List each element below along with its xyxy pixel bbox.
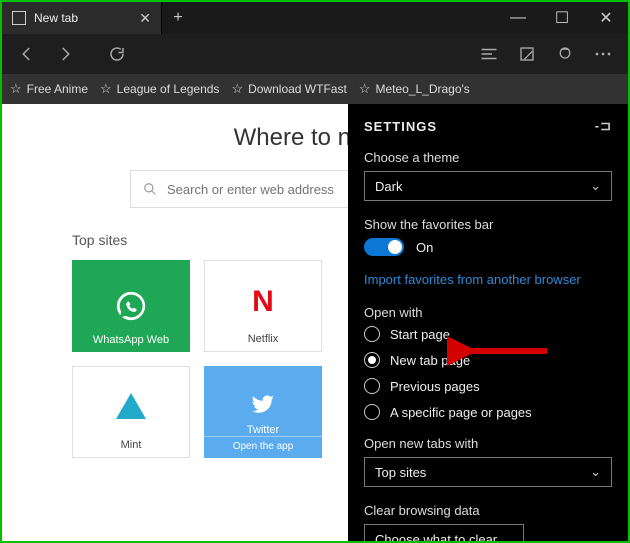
favbar-state: On [416, 240, 433, 255]
theme-label: Choose a theme [364, 150, 612, 165]
favorite-item[interactable]: ☆ Meteo_L_Drago's [359, 81, 470, 97]
radio-icon [364, 404, 380, 420]
radio-new-tab-page[interactable]: New tab page [364, 352, 612, 368]
star-icon: ☆ [231, 81, 243, 97]
radio-label: Start page [390, 327, 450, 342]
choose-clear-button[interactable]: Choose what to clear [364, 524, 524, 541]
star-icon: ☆ [359, 81, 371, 97]
hub-icon [480, 47, 498, 61]
more-button[interactable] [586, 37, 620, 71]
nav-toolbar [2, 34, 628, 74]
tile-label: Twitter [247, 424, 279, 436]
minimize-button[interactable]: — [496, 2, 540, 34]
hub-button[interactable] [472, 37, 506, 71]
favorite-item[interactable]: ☆ Download WTFast [231, 81, 346, 97]
maximize-button[interactable]: ☐ [540, 2, 584, 34]
search-icon [143, 182, 157, 196]
share-button[interactable] [548, 37, 582, 71]
favorites-bar-toggle[interactable] [364, 238, 404, 256]
top-sites-label: Top sites [72, 232, 127, 248]
chevron-down-icon: ⌄ [590, 178, 601, 194]
webnote-button[interactable] [510, 37, 544, 71]
radio-start-page[interactable]: Start page [364, 326, 612, 342]
tab-title: New tab [34, 11, 131, 25]
radio-label: New tab page [390, 353, 470, 368]
whatsapp-icon [114, 289, 148, 323]
top-sites-grid: WhatsApp Web N Netflix Mint Twitter Open… [72, 260, 322, 458]
forward-button[interactable] [48, 37, 82, 71]
netflix-icon: N [252, 285, 274, 319]
tile-label: Netflix [248, 333, 279, 345]
refresh-button[interactable] [100, 37, 134, 71]
radio-icon [364, 378, 380, 394]
more-icon [594, 51, 612, 57]
new-tabs-value: Top sites [375, 465, 426, 480]
mint-icon [116, 393, 146, 419]
tile-label: WhatsApp Web [93, 334, 169, 346]
note-icon [519, 46, 535, 62]
favorite-label: League of Legends [117, 82, 220, 96]
theme-select[interactable]: Dark ⌄ [364, 171, 612, 201]
favorite-label: Download WTFast [248, 82, 347, 96]
star-icon: ☆ [10, 81, 22, 97]
tile-mint[interactable]: Mint [72, 366, 190, 458]
tile-subtitle[interactable]: Open the app [204, 436, 322, 456]
new-tab-button[interactable]: + [162, 2, 194, 34]
tile-netflix[interactable]: N Netflix [204, 260, 322, 352]
settings-title: SETTINGS -⁠⊐ [364, 118, 612, 134]
close-tab-icon[interactable]: ✕ [139, 10, 151, 27]
import-favorites-link[interactable]: Import favorites from another browser [364, 272, 612, 287]
clear-data-label: Clear browsing data [364, 503, 612, 518]
radio-icon [364, 352, 380, 368]
radio-label: A specific page or pages [390, 405, 532, 420]
back-button[interactable] [10, 37, 44, 71]
twitter-icon [250, 391, 276, 417]
theme-value: Dark [375, 179, 402, 194]
radio-specific-page[interactable]: A specific page or pages [364, 404, 612, 420]
browser-tab[interactable]: New tab ✕ [2, 2, 162, 34]
page-content: Where to next? Top sites WhatsApp Web N … [2, 104, 628, 541]
refresh-icon [108, 45, 126, 63]
pin-icon[interactable]: -⁠⊐ [595, 118, 612, 134]
favorite-label: Meteo_L_Drago's [375, 82, 469, 96]
chevron-down-icon: ⌄ [590, 464, 601, 480]
tile-twitter[interactable]: Twitter Open the app [204, 366, 322, 458]
tile-whatsapp[interactable]: WhatsApp Web [72, 260, 190, 352]
star-icon: ☆ [100, 81, 112, 97]
page-icon [12, 11, 26, 25]
favorites-bar: ☆ Free Anime ☆ League of Legends ☆ Download… [2, 74, 628, 104]
radio-icon [364, 326, 380, 342]
share-icon [557, 45, 573, 63]
arrow-right-icon [56, 45, 74, 63]
title-bar: New tab ✕ + — ☐ ✕ [2, 2, 628, 34]
settings-panel: SETTINGS -⁠⊐ Choose a theme Dark ⌄ Show … [348, 104, 628, 541]
browser-window: New tab ✕ + — ☐ ✕ ☆Free An [2, 2, 628, 541]
new-tabs-label: Open new tabs with [364, 436, 612, 451]
open-with-label: Open with [364, 305, 612, 320]
favorite-item[interactable]: ☆ League of Legends [100, 81, 219, 97]
tile-label: Mint [121, 439, 142, 451]
close-window-button[interactable]: ✕ [584, 2, 628, 34]
radio-previous-pages[interactable]: Previous pages [364, 378, 612, 394]
open-with-radios: Start page New tab page Previous pages A… [364, 326, 612, 420]
favbar-label: Show the favorites bar [364, 217, 612, 232]
radio-label: Previous pages [390, 379, 480, 394]
arrow-left-icon [18, 45, 36, 63]
favorite-label: Free Anime [27, 82, 88, 96]
new-tabs-select[interactable]: Top sites ⌄ [364, 457, 612, 487]
favorite-item[interactable]: ☆ Free Anime [10, 81, 88, 97]
